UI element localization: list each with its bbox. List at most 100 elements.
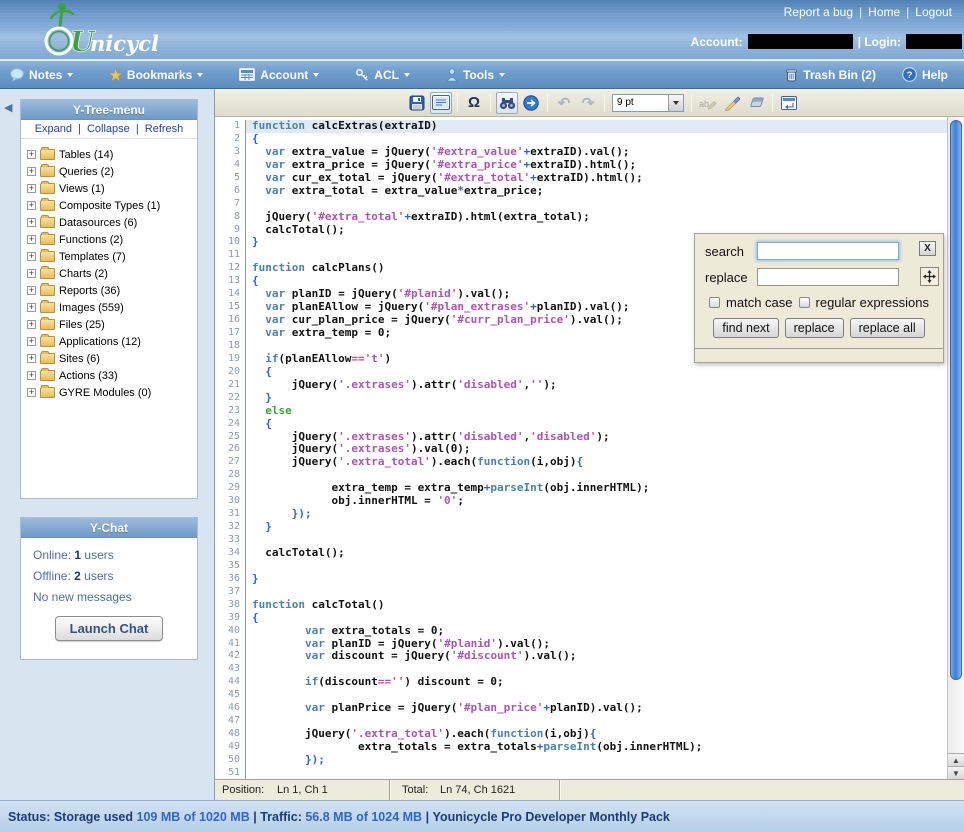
- expand-plus-icon[interactable]: [27, 252, 36, 261]
- replace-button[interactable]: replace: [785, 318, 844, 338]
- tree-item[interactable]: Charts (2): [27, 265, 193, 282]
- expand-plus-icon[interactable]: [27, 150, 36, 159]
- close-icon[interactable]: X: [919, 241, 936, 256]
- code-line[interactable]: 38function calcTotal(): [215, 599, 947, 612]
- code-line[interactable]: 37: [215, 586, 947, 599]
- tree-item[interactable]: Files (25): [27, 316, 193, 333]
- code-line[interactable]: 35: [215, 560, 947, 573]
- code-line[interactable]: 33: [215, 534, 947, 547]
- move-handle-icon[interactable]: [920, 267, 939, 286]
- eraser-icon[interactable]: [745, 92, 767, 114]
- code-line[interactable]: 3 var extra_value = jQuery('#extra_value…: [215, 146, 947, 159]
- code-line[interactable]: 36}: [215, 573, 947, 586]
- code-line[interactable]: 29 extra_temp = extra_temp+parseInt(obj.…: [215, 482, 947, 495]
- expand-plus-icon[interactable]: [27, 337, 36, 346]
- code-line[interactable]: 6 var extra_total = extra_value*extra_pr…: [215, 185, 947, 198]
- expand-plus-icon[interactable]: [27, 235, 36, 244]
- expand-plus-icon[interactable]: [27, 371, 36, 380]
- code-line[interactable]: 20 {: [215, 366, 947, 379]
- tree-item[interactable]: Templates (7): [27, 248, 193, 265]
- menu-acl[interactable]: ACL: [355, 68, 410, 82]
- code-line[interactable]: 39{: [215, 612, 947, 625]
- match-case-checkbox[interactable]: [709, 297, 720, 308]
- expand-plus-icon[interactable]: [27, 184, 36, 193]
- tree-item[interactable]: Queries (2): [27, 163, 193, 180]
- code-line[interactable]: 31 });: [215, 508, 947, 521]
- code-line[interactable]: 27 jQuery('.extra_total').each(function(…: [215, 456, 947, 469]
- scrollbar-thumb[interactable]: [950, 120, 962, 680]
- expand-plus-icon[interactable]: [27, 269, 36, 278]
- code-line[interactable]: 44 if(discount=='') discount = 0;: [215, 676, 947, 689]
- redo-icon[interactable]: ↷: [577, 92, 599, 114]
- tree-item[interactable]: Datasources (6): [27, 214, 193, 231]
- find-next-button[interactable]: find next: [713, 318, 778, 338]
- tree-item[interactable]: Images (559): [27, 299, 193, 316]
- select-dropdown-icon[interactable]: [668, 95, 683, 111]
- expand-plus-icon[interactable]: [27, 388, 36, 397]
- sidebar-collapse-icon[interactable]: ◀: [4, 101, 12, 114]
- expand-plus-icon[interactable]: [27, 303, 36, 312]
- menu-bookmarks[interactable]: ★ Bookmarks: [109, 68, 203, 82]
- tree-item[interactable]: Actions (33): [27, 367, 193, 384]
- tree-item[interactable]: Applications (12): [27, 333, 193, 350]
- highlight-brush-icon[interactable]: [721, 92, 743, 114]
- code-line[interactable]: 42 var discount = jQuery('#discount').va…: [215, 650, 947, 663]
- code-line[interactable]: 43: [215, 663, 947, 676]
- younicycle-logo[interactable]: U nicycle: [26, 0, 158, 63]
- code-line[interactable]: 51: [215, 767, 947, 779]
- code-line[interactable]: 8 jQuery('#extra_total'+extraID).html(ex…: [215, 211, 947, 224]
- code-line[interactable]: 28: [215, 469, 947, 482]
- regex-checkbox[interactable]: [799, 297, 810, 308]
- tree-expand-link[interactable]: Expand: [35, 123, 72, 135]
- code-line[interactable]: 2{: [215, 133, 947, 146]
- code-text[interactable]: 1function calcExtras(extraID)2{3 var ext…: [215, 117, 947, 779]
- menu-account[interactable]: Account: [239, 68, 319, 81]
- tree-collapse-link[interactable]: Collapse: [87, 123, 130, 135]
- code-line[interactable]: 41 var planID = jQuery('#planid').val();: [215, 638, 947, 651]
- code-line[interactable]: 32 }: [215, 521, 947, 534]
- tree-item[interactable]: Tables (14): [27, 146, 193, 163]
- code-line[interactable]: 22 }: [215, 392, 947, 405]
- go-to-line-icon[interactable]: [520, 92, 542, 114]
- replace-input[interactable]: [757, 268, 899, 286]
- code-line[interactable]: 23 else: [215, 405, 947, 418]
- home-link[interactable]: Home: [868, 5, 900, 19]
- tree-item[interactable]: GYRE Modules (0): [27, 384, 193, 401]
- find-binoculars-icon[interactable]: [496, 92, 518, 114]
- expand-plus-icon[interactable]: [27, 201, 36, 210]
- code-line[interactable]: 24 {: [215, 418, 947, 431]
- code-line[interactable]: 5 var cur_ex_total = jQuery('#extra_tota…: [215, 172, 947, 185]
- spellcheck-icon[interactable]: ab: [697, 92, 719, 114]
- vertical-scrollbar[interactable]: ▲ ▼: [947, 117, 964, 779]
- code-line[interactable]: 1function calcExtras(extraID): [215, 120, 947, 133]
- undo-icon[interactable]: ↶: [553, 92, 575, 114]
- code-line[interactable]: 50 });: [215, 754, 947, 767]
- code-line[interactable]: 26 jQuery('.extrases').val(0);: [215, 443, 947, 456]
- code-line[interactable]: 21 jQuery('.extrases').attr('disabled','…: [215, 379, 947, 392]
- save-icon[interactable]: [406, 92, 428, 114]
- code-line[interactable]: 30 obj.innerHTML = '0';: [215, 495, 947, 508]
- tree-item[interactable]: Reports (36): [27, 282, 193, 299]
- logout-link[interactable]: Logout: [915, 5, 952, 19]
- expand-plus-icon[interactable]: [27, 354, 36, 363]
- editor-window-icon[interactable]: [430, 92, 452, 114]
- menu-tools[interactable]: Tools: [446, 68, 505, 82]
- replace-all-button[interactable]: replace all: [850, 318, 925, 338]
- tree-item[interactable]: Functions (2): [27, 231, 193, 248]
- expand-plus-icon[interactable]: [27, 286, 36, 295]
- report-bug-link[interactable]: Report a bug: [784, 5, 853, 19]
- menu-notes[interactable]: Notes: [10, 68, 73, 82]
- special-characters-icon[interactable]: Ω: [463, 92, 485, 114]
- font-size-select[interactable]: 9 pt: [612, 94, 684, 112]
- expand-plus-icon[interactable]: [27, 320, 36, 329]
- code-line[interactable]: 34 calcTotal();: [215, 547, 947, 560]
- expand-plus-icon[interactable]: [27, 167, 36, 176]
- search-input[interactable]: [757, 242, 899, 260]
- code-line[interactable]: 45: [215, 689, 947, 702]
- scroll-up-icon[interactable]: ▲: [948, 753, 964, 766]
- tree-item[interactable]: Sites (6): [27, 350, 193, 367]
- menu-trash-bin[interactable]: Trash Bin (2): [785, 68, 876, 82]
- code-line[interactable]: 47: [215, 715, 947, 728]
- code-line[interactable]: 46 var planPrice = jQuery('#plan_price'+…: [215, 702, 947, 715]
- code-line[interactable]: 25 jQuery('.extrases').attr('disabled','…: [215, 431, 947, 444]
